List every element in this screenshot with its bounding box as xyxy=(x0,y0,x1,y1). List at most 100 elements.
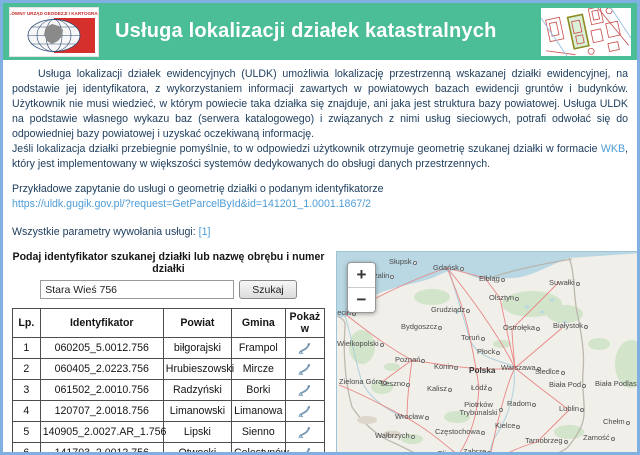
page: GŁÓWNY URZĄD GEODEZJI I KARTOGRAFII Usłu… xyxy=(0,0,640,455)
map-city-label: Gliwice xyxy=(437,450,466,455)
map-city-label: Kielce xyxy=(495,422,520,430)
map-city-label: Olsztyn xyxy=(489,294,519,302)
show-on-map-icon[interactable] xyxy=(297,425,312,440)
cell-show xyxy=(285,443,324,455)
results-table: Lp. Identyfikator Powiat Gmina Pokaż w 1… xyxy=(12,308,325,455)
header-lp: Lp. xyxy=(13,309,41,338)
show-on-map-icon[interactable] xyxy=(297,341,312,356)
cell-id: 120707_2.0018.756 xyxy=(40,401,163,422)
cell-powiat: Hrubieszowski xyxy=(163,359,231,380)
cell-show xyxy=(285,401,324,422)
city-marker-dot xyxy=(626,421,630,425)
table-row[interactable]: 6 141703_2.0012.756 Otwocki Celestynów xyxy=(13,443,325,455)
table-row[interactable]: 4 120707_2.0018.756 Limanowski Limanowa xyxy=(13,401,325,422)
zoom-out-button[interactable]: − xyxy=(348,287,375,312)
wkb-paragraph: Jeśli lokalizacja działki przebiegnie po… xyxy=(12,142,628,172)
show-on-map-icon[interactable] xyxy=(297,404,312,419)
city-marker-dot xyxy=(582,384,586,388)
cell-gmina: Mircze xyxy=(231,359,285,380)
cell-lp: 6 xyxy=(13,443,41,455)
cell-show xyxy=(285,422,324,443)
map-city-label: Piotrków Trybunalski xyxy=(459,401,503,417)
map-city-label: Elbląg xyxy=(479,275,505,283)
wkb-text-before: Jeśli lokalizacja działki przebiegnie po… xyxy=(12,143,601,155)
cell-show xyxy=(285,338,324,359)
cell-gmina: Frampol xyxy=(231,338,285,359)
city-marker-dot xyxy=(481,337,485,341)
map-country-label: Polska xyxy=(469,367,495,376)
leaflet-map[interactable]: + − SłupskGdańskKoszalinElblągSuwałkiOls… xyxy=(336,251,640,455)
show-on-map-icon[interactable] xyxy=(297,446,312,455)
cell-id: 141703_2.0012.756 xyxy=(40,443,163,455)
search-input[interactable] xyxy=(40,280,234,299)
city-marker-dot xyxy=(576,282,580,286)
map-city-label: Lublin xyxy=(559,405,584,413)
map-city-label: Tarnobrzeg xyxy=(525,437,568,445)
main-columns: Podaj identyfikator szukanej działki lub… xyxy=(3,251,637,455)
cadastral-sketch-icon xyxy=(541,8,631,56)
table-row[interactable]: 3 061502_2.0010.756 Radzyński Borki xyxy=(13,380,325,401)
city-marker-dot xyxy=(406,383,410,387)
cell-powiat: Radzyński xyxy=(163,380,231,401)
map-city-label: Wałbrzych xyxy=(375,432,415,440)
city-marker-dot xyxy=(516,425,520,429)
header-show: Pokaż w xyxy=(285,309,324,338)
map-city-label: Leszno xyxy=(381,380,410,388)
map-city-label: Siedlce xyxy=(535,368,565,376)
map-city-label: Radom xyxy=(507,400,536,408)
header-powiat: Powiat xyxy=(163,309,231,338)
header-gmina: Gmina xyxy=(231,309,285,338)
city-marker-dot xyxy=(413,261,417,265)
city-marker-dot xyxy=(499,408,503,412)
page-title: Usługa lokalizacji działek katastralnych xyxy=(115,20,541,43)
search-row: Szukaj xyxy=(12,280,325,299)
city-marker-dot xyxy=(466,309,470,313)
city-marker-dot xyxy=(536,327,540,331)
map-city-label: Gdańsk xyxy=(433,264,464,272)
cell-powiat: Otwocki xyxy=(163,443,231,455)
example-url-link[interactable]: https://uldk.gugik.gov.pl/?request=GetPa… xyxy=(12,198,371,210)
wkb-link[interactable]: WKB xyxy=(601,143,625,155)
map-city-label: Ostrołęka xyxy=(503,324,540,332)
city-marker-dot xyxy=(460,267,464,271)
city-marker-dot xyxy=(380,343,384,347)
city-marker-dot xyxy=(438,326,442,330)
map-city-label: Zabrze xyxy=(463,448,491,455)
city-marker-dot xyxy=(481,431,485,435)
map-city-label: Biała Pod xyxy=(549,381,586,389)
table-row[interactable]: 5 140905_2.0027.AR_1.756 Lipski Sienno xyxy=(13,422,325,443)
map-city-label: Biała Podlaska xyxy=(595,380,640,388)
city-marker-dot xyxy=(611,437,615,441)
cell-powiat: Lipski xyxy=(163,422,231,443)
map-city-label: Chełm xyxy=(603,418,630,426)
cadastral-map-thumbnail xyxy=(541,8,631,56)
cell-powiat: biłgorajski xyxy=(163,338,231,359)
table-row[interactable]: 2 060405_2.0223.756 Hrubieszowski Mircze xyxy=(13,359,325,380)
show-on-map-icon[interactable] xyxy=(297,362,312,377)
search-button[interactable]: Szukaj xyxy=(239,280,297,299)
params-ref-link[interactable]: [1] xyxy=(199,226,211,238)
cell-gmina: Sienno xyxy=(231,422,285,443)
map-city-label: Suwałki xyxy=(549,279,580,287)
map-city-label: Płock xyxy=(477,348,500,356)
map-city-label: Poznań xyxy=(395,356,425,364)
map-city-label: Wrocław xyxy=(395,413,429,421)
cell-id: 060405_2.0223.756 xyxy=(40,359,163,380)
cell-lp: 2 xyxy=(13,359,41,380)
city-marker-dot xyxy=(564,440,568,444)
header: GŁÓWNY URZĄD GEODEZJI I KARTOGRAFII Usłu… xyxy=(3,3,637,60)
city-marker-dot xyxy=(425,416,429,420)
map-city-label: Białystok xyxy=(553,322,588,330)
show-on-map-icon[interactable] xyxy=(297,383,312,398)
params-line: Wszystkie parametry wywołania usługi: [1… xyxy=(12,225,628,240)
city-marker-dot xyxy=(561,371,565,375)
map-city-label: Częstochowa xyxy=(435,428,485,436)
intro-paragraph: Usługa lokalizacji działek ewidencyjnych… xyxy=(12,67,628,142)
table-row[interactable]: 1 060205_5.0012.756 biłgorajski Frampol xyxy=(13,338,325,359)
city-marker-dot xyxy=(584,325,588,329)
cell-show xyxy=(285,359,324,380)
cell-gmina: Celestynów xyxy=(231,443,285,455)
cell-id: 060205_5.0012.756 xyxy=(40,338,163,359)
cell-id: 140905_2.0027.AR_1.756 xyxy=(40,422,163,443)
zoom-in-button[interactable]: + xyxy=(348,263,375,287)
